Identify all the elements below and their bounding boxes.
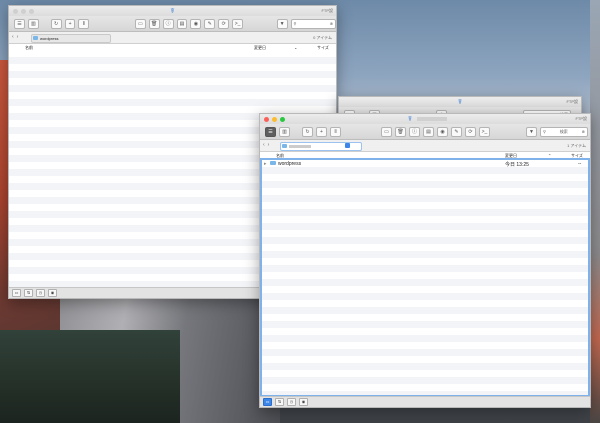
column-view-icon[interactable]: ▥ xyxy=(279,126,290,137)
popup-chevron-icon[interactable] xyxy=(345,143,350,148)
path-popup[interactable]: wordpress xyxy=(31,34,111,43)
edit-icon[interactable]: ✎ xyxy=(451,126,462,137)
app-icon: ☤ xyxy=(407,116,413,123)
titlebar[interactable]: ☤ FTP設 xyxy=(339,97,581,107)
wallpaper-trees xyxy=(0,330,180,423)
forward-arrow-icon[interactable]: › xyxy=(17,34,19,40)
file-list[interactable]: ▸ wordpress 今日 13:25 -- xyxy=(260,158,590,397)
archive-icon[interactable]: ▤ xyxy=(176,18,188,29)
window-controls xyxy=(13,9,34,14)
path-bar: ‹ › wordpress 0 アイテム xyxy=(9,32,336,44)
path-label-blurred xyxy=(289,145,311,149)
sync-icon[interactable]: ⟳ xyxy=(218,18,230,29)
folder-icon xyxy=(33,36,38,40)
ftp-settings-label[interactable]: FTP設 xyxy=(566,99,578,105)
refresh-icon[interactable]: ↻ xyxy=(50,18,62,29)
titlebar[interactable]: ☤ FTP設 xyxy=(260,114,590,124)
folder-icon xyxy=(270,161,276,165)
split-icon[interactable]: ⫴ xyxy=(78,18,90,29)
close-button[interactable] xyxy=(264,117,269,122)
window-front[interactable]: ☤ FTP設 ☰ ▥ ↻ + ⫴ ▭ 🗑 ⓘ ▤ ◉ ✎ ⟳ >_ ▼ ⚲ 検索 ⊗… xyxy=(259,113,591,408)
row-date: 今日 13:25 xyxy=(505,161,529,168)
transfer-icon[interactable]: ⇅ xyxy=(24,289,33,297)
archive-icon[interactable]: ▤ xyxy=(423,126,434,137)
app-icon: ☤ xyxy=(457,99,463,106)
path-bar: ‹ › 1 アイテム xyxy=(260,140,590,152)
delete-icon[interactable]: 🗑 xyxy=(395,126,406,137)
terminal-icon[interactable]: >_ xyxy=(232,18,243,29)
new-folder-icon[interactable]: ▭ xyxy=(134,18,146,29)
wallpaper-right-edge xyxy=(590,0,600,423)
window-title-blurred xyxy=(417,117,447,121)
preview-eye-icon[interactable]: ◉ xyxy=(190,18,202,29)
info-icon[interactable]: ⓘ xyxy=(162,18,174,29)
info-icon[interactable]: ⓘ xyxy=(409,126,420,137)
item-count: 0 アイテム xyxy=(313,35,332,40)
toolbar: ☰ ▥ ↻ + ⫴ ▭ 🗑 ⓘ ▤ ◉ ✎ ⟳ >_ ▼ ⚲ 検索 ⊗ xyxy=(260,124,590,140)
zoom-button[interactable] xyxy=(280,117,285,122)
search-placeholder: 検索 xyxy=(559,128,568,134)
minimize-button[interactable] xyxy=(21,9,26,14)
nav-arrows: ‹ › xyxy=(12,34,18,40)
terminal-icon[interactable]: >_ xyxy=(479,126,490,137)
refresh-icon[interactable]: ↻ xyxy=(302,126,313,137)
column-view-icon[interactable]: ▥ xyxy=(27,18,39,29)
filter-icon[interactable]: ▼ xyxy=(526,126,537,137)
row-size: -- xyxy=(578,160,582,167)
split-icon[interactable]: ⫴ xyxy=(330,126,341,137)
toolbar: ☰ ▥ ↻ + ⫴ ▭ 🗑 ⓘ ▤ ◉ ✎ ⟳ >_ ▼ ⚲ ⊗ xyxy=(9,16,336,32)
close-button[interactable] xyxy=(13,9,18,14)
row-name: wordpress xyxy=(278,160,302,167)
folder-icon xyxy=(282,144,287,148)
transfer-icon[interactable]: ⇅ xyxy=(275,398,284,406)
clear-icon[interactable]: ⊗ xyxy=(330,20,333,28)
sync-icon[interactable]: ⟳ xyxy=(465,126,476,137)
search-field[interactable]: ⚲ 検索 ⊗ xyxy=(540,126,588,137)
bottom-bar: ▭ ⇅ ◷ ◉ xyxy=(260,396,590,407)
minimize-button[interactable] xyxy=(272,117,277,122)
item-count: 1 アイテム xyxy=(567,143,586,148)
history-icon[interactable]: ◷ xyxy=(36,289,45,297)
titlebar[interactable]: ☤ FTP設 xyxy=(9,6,336,16)
table-row[interactable]: ▸ wordpress 今日 13:25 -- xyxy=(262,160,588,168)
preview-eye-icon[interactable]: ◉ xyxy=(437,126,448,137)
path-label: wordpress xyxy=(40,36,59,41)
back-arrow-icon[interactable]: ‹ xyxy=(263,142,265,148)
nav-arrows: ‹ › xyxy=(263,142,269,148)
back-arrow-icon[interactable]: ‹ xyxy=(12,34,14,40)
window-controls xyxy=(264,117,285,122)
ftp-settings-label[interactable]: FTP設 xyxy=(321,8,333,14)
forward-arrow-icon[interactable]: › xyxy=(268,142,270,148)
app-icon: ☤ xyxy=(170,8,175,15)
search-icon: ⚲ xyxy=(293,20,297,26)
edit-icon[interactable]: ✎ xyxy=(204,18,216,29)
disclosure-triangle-icon[interactable]: ▸ xyxy=(264,161,267,167)
local-pane-icon[interactable]: ▭ xyxy=(12,289,21,297)
ftp-settings-label[interactable]: FTP設 xyxy=(575,116,587,122)
filter-icon[interactable]: ▼ xyxy=(276,18,288,29)
search-field[interactable]: ⚲ ⊗ xyxy=(290,18,336,29)
history-icon[interactable]: ◷ xyxy=(287,398,296,406)
eye-icon[interactable]: ◉ xyxy=(48,289,57,297)
list-view-icon[interactable]: ☰ xyxy=(265,126,276,137)
add-icon[interactable]: + xyxy=(316,126,327,137)
local-pane-icon[interactable]: ▭ xyxy=(263,398,272,406)
delete-icon[interactable]: 🗑 xyxy=(148,18,160,29)
clear-icon[interactable]: ⊗ xyxy=(582,128,585,136)
new-folder-icon[interactable]: ▭ xyxy=(381,126,392,137)
add-icon[interactable]: + xyxy=(64,18,76,29)
zoom-button[interactable] xyxy=(29,9,34,14)
eye-icon[interactable]: ◉ xyxy=(299,398,308,406)
search-icon: ⚲ xyxy=(543,128,546,134)
list-view-icon[interactable]: ☰ xyxy=(14,18,25,29)
